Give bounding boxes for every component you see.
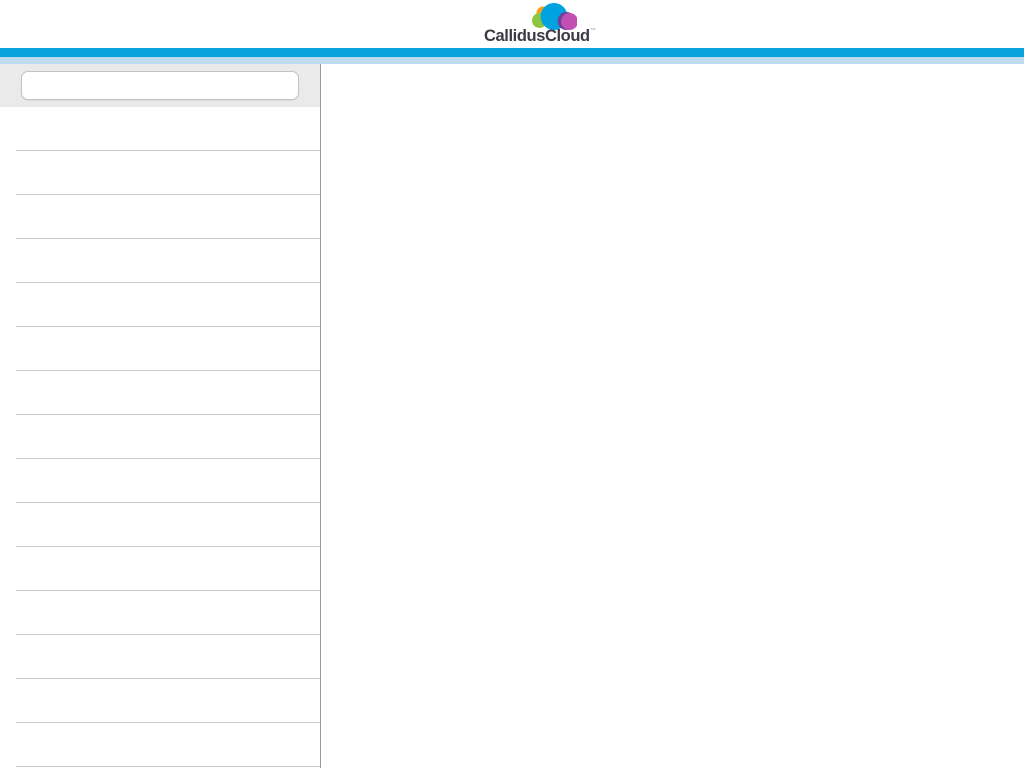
list-item[interactable] bbox=[0, 635, 320, 679]
list-item[interactable] bbox=[0, 195, 320, 239]
list-item[interactable] bbox=[0, 459, 320, 503]
list-item[interactable] bbox=[0, 107, 320, 151]
list-item[interactable] bbox=[0, 723, 320, 767]
sidebar-list bbox=[0, 107, 320, 768]
brand-wordmark: CallidusCloud™ bbox=[484, 27, 596, 46]
brand-text: CallidusCloud bbox=[484, 27, 590, 45]
sidebar-search-band bbox=[0, 64, 320, 107]
list-item[interactable] bbox=[0, 503, 320, 547]
accent-bar-primary bbox=[0, 48, 1024, 57]
list-item[interactable] bbox=[0, 239, 320, 283]
sidebar bbox=[0, 64, 321, 768]
calliduscloud-logo: CallidusCloud™ bbox=[484, 3, 596, 47]
list-item[interactable] bbox=[0, 679, 320, 723]
list-item[interactable] bbox=[0, 591, 320, 635]
header: CallidusCloud™ bbox=[0, 0, 1024, 48]
page-body bbox=[0, 64, 1024, 768]
list-item[interactable] bbox=[0, 151, 320, 195]
list-item[interactable] bbox=[0, 327, 320, 371]
app-window: CallidusCloud™ bbox=[0, 0, 1024, 768]
sidebar-search-input[interactable] bbox=[21, 71, 299, 100]
trademark-symbol: ™ bbox=[589, 28, 596, 34]
list-item[interactable] bbox=[0, 415, 320, 459]
list-item[interactable] bbox=[0, 283, 320, 327]
main-content bbox=[321, 64, 1024, 768]
list-item[interactable] bbox=[0, 547, 320, 591]
accent-bar-secondary bbox=[0, 57, 1024, 64]
list-item[interactable] bbox=[0, 371, 320, 415]
